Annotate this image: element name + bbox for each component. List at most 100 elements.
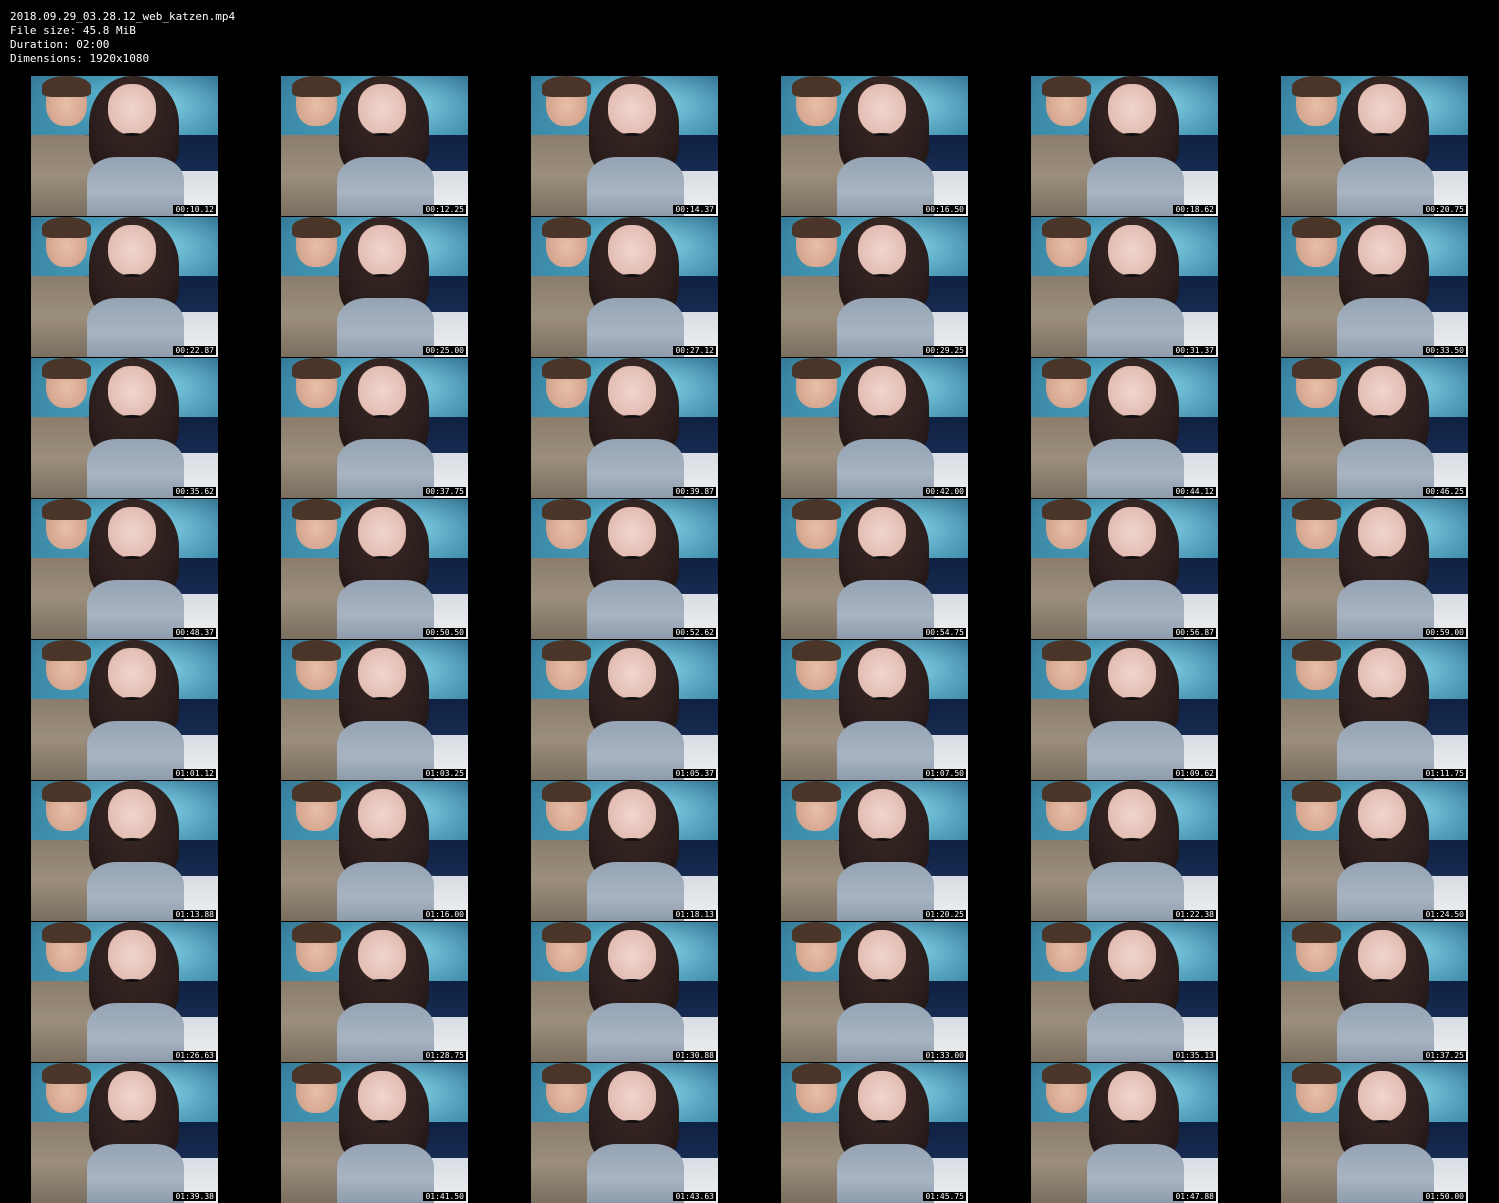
thumbnail-frame-image: [531, 499, 718, 639]
video-thumbnail[interactable]: 01:35.13: [1031, 922, 1218, 1062]
video-thumbnail[interactable]: 01:33.00: [781, 922, 968, 1062]
thumbnail-timestamp: 00:14.37: [673, 205, 716, 214]
video-thumbnail[interactable]: 00:56.87: [1031, 499, 1218, 639]
video-thumbnail[interactable]: 00:42.00: [781, 358, 968, 498]
video-thumbnail[interactable]: 01:09.62: [1031, 640, 1218, 780]
video-thumbnail[interactable]: 01:22.38: [1031, 781, 1218, 921]
video-thumbnail[interactable]: 01:43.63: [531, 1063, 718, 1203]
file-size: File size: 45.8 MiB: [10, 24, 136, 37]
thumbnail-frame-image: [781, 499, 968, 639]
thumbnail-timestamp: 01:07.50: [923, 769, 966, 778]
video-thumbnail[interactable]: 01:16.00: [281, 781, 468, 921]
file-dimensions: Dimensions: 1920x1080: [10, 52, 150, 65]
thumbnail-timestamp: 00:46.25: [1423, 487, 1466, 496]
video-thumbnail[interactable]: 00:59.00: [1281, 499, 1468, 639]
thumbnail-timestamp: 01:03.25: [423, 769, 466, 778]
video-thumbnail[interactable]: 00:27.12: [531, 217, 718, 357]
video-thumbnail[interactable]: 01:13.88: [31, 781, 218, 921]
video-thumbnail[interactable]: 00:46.25: [1281, 358, 1468, 498]
thumbnail-grid: 00:10.12 00:12.25 00:14.37 00:16.50 00:18.62…: [31, 76, 1468, 1203]
video-thumbnail[interactable]: 00:22.87: [31, 217, 218, 357]
thumbnail-timestamp: 00:42.00: [923, 487, 966, 496]
thumbnail-frame-image: [1281, 499, 1468, 639]
thumbnail-frame-image: [281, 76, 468, 216]
thumbnail-frame-image: [1031, 499, 1218, 639]
thumbnail-timestamp: 00:59.00: [1423, 628, 1466, 637]
thumbnail-timestamp: 00:27.12: [673, 346, 716, 355]
thumbnail-frame-image: [781, 640, 968, 780]
video-thumbnail[interactable]: 00:52.62: [531, 499, 718, 639]
thumbnail-timestamp: 00:10.12: [173, 205, 216, 214]
video-thumbnail[interactable]: 00:29.25: [781, 217, 968, 357]
thumbnail-frame-image: [1281, 358, 1468, 498]
thumbnail-timestamp: 00:18.62: [1173, 205, 1216, 214]
thumbnail-timestamp: 00:48.37: [173, 628, 216, 637]
thumbnail-timestamp: 00:54.75: [923, 628, 966, 637]
video-thumbnail[interactable]: 01:18.13: [531, 781, 718, 921]
video-thumbnail[interactable]: 00:10.12: [31, 76, 218, 216]
video-thumbnail[interactable]: 00:37.75: [281, 358, 468, 498]
thumbnail-timestamp: 01:22.38: [1173, 910, 1216, 919]
video-thumbnail[interactable]: 00:39.87: [531, 358, 718, 498]
thumbnail-timestamp: 01:33.00: [923, 1051, 966, 1060]
video-thumbnail[interactable]: 00:12.25: [281, 76, 468, 216]
thumbnail-timestamp: 01:16.00: [423, 910, 466, 919]
thumbnail-frame-image: [31, 1063, 218, 1203]
thumbnail-frame-image: [1281, 781, 1468, 921]
video-thumbnail[interactable]: 01:24.50: [1281, 781, 1468, 921]
video-thumbnail[interactable]: 01:50.00: [1281, 1063, 1468, 1203]
video-thumbnail[interactable]: 00:33.50: [1281, 217, 1468, 357]
thumbnail-frame-image: [781, 217, 968, 357]
video-thumbnail[interactable]: 00:54.75: [781, 499, 968, 639]
thumbnail-frame-image: [31, 76, 218, 216]
video-thumbnail[interactable]: 01:45.75: [781, 1063, 968, 1203]
thumbnail-frame-image: [1031, 358, 1218, 498]
video-thumbnail[interactable]: 00:20.75: [1281, 76, 1468, 216]
video-thumbnail[interactable]: 01:47.88: [1031, 1063, 1218, 1203]
video-thumbnail[interactable]: 01:37.25: [1281, 922, 1468, 1062]
video-thumbnail[interactable]: 01:01.12: [31, 640, 218, 780]
thumbnail-timestamp: 01:09.62: [1173, 769, 1216, 778]
video-thumbnail[interactable]: 00:44.12: [1031, 358, 1218, 498]
video-thumbnail[interactable]: 01:26.63: [31, 922, 218, 1062]
thumbnail-timestamp: 00:22.87: [173, 346, 216, 355]
thumbnail-frame-image: [1031, 781, 1218, 921]
thumbnail-timestamp: 00:33.50: [1423, 346, 1466, 355]
thumbnail-timestamp: 00:16.50: [923, 205, 966, 214]
thumbnail-timestamp: 00:25.00: [423, 346, 466, 355]
video-thumbnail[interactable]: 01:03.25: [281, 640, 468, 780]
video-thumbnail[interactable]: 00:16.50: [781, 76, 968, 216]
video-thumbnail[interactable]: 01:39.38: [31, 1063, 218, 1203]
video-thumbnail[interactable]: 00:48.37: [31, 499, 218, 639]
thumbnail-timestamp: 00:29.25: [923, 346, 966, 355]
file-duration: Duration: 02:00: [10, 38, 110, 51]
thumbnail-frame-image: [31, 781, 218, 921]
thumbnail-frame-image: [1031, 922, 1218, 1062]
file-name: 2018.09.29_03.28.12_web_katzen.mp4: [10, 10, 236, 23]
thumbnail-timestamp: 01:39.38: [173, 1192, 216, 1201]
thumbnail-timestamp: 00:12.25: [423, 205, 466, 214]
thumbnail-frame-image: [281, 217, 468, 357]
thumbnail-timestamp: 00:20.75: [1423, 205, 1466, 214]
video-thumbnail[interactable]: 01:28.75: [281, 922, 468, 1062]
thumbnail-timestamp: 01:05.37: [673, 769, 716, 778]
thumbnail-timestamp: 01:30.88: [673, 1051, 716, 1060]
thumbnail-frame-image: [31, 922, 218, 1062]
thumbnail-timestamp: 00:31.37: [1173, 346, 1216, 355]
video-thumbnail[interactable]: 00:35.62: [31, 358, 218, 498]
video-thumbnail[interactable]: 01:41.50: [281, 1063, 468, 1203]
video-thumbnail[interactable]: 01:07.50: [781, 640, 968, 780]
thumbnail-timestamp: 01:43.63: [673, 1192, 716, 1201]
video-thumbnail[interactable]: 01:11.75: [1281, 640, 1468, 780]
video-thumbnail[interactable]: 00:14.37: [531, 76, 718, 216]
video-thumbnail[interactable]: 00:25.00: [281, 217, 468, 357]
video-thumbnail[interactable]: 01:05.37: [531, 640, 718, 780]
file-info-header: 2018.09.29_03.28.12_web_katzen.mp4 File …: [10, 10, 235, 66]
video-thumbnail[interactable]: 00:50.50: [281, 499, 468, 639]
thumbnail-frame-image: [31, 217, 218, 357]
video-thumbnail[interactable]: 00:31.37: [1031, 217, 1218, 357]
video-thumbnail[interactable]: 00:18.62: [1031, 76, 1218, 216]
video-thumbnail[interactable]: 01:20.25: [781, 781, 968, 921]
thumbnail-frame-image: [531, 922, 718, 1062]
video-thumbnail[interactable]: 01:30.88: [531, 922, 718, 1062]
